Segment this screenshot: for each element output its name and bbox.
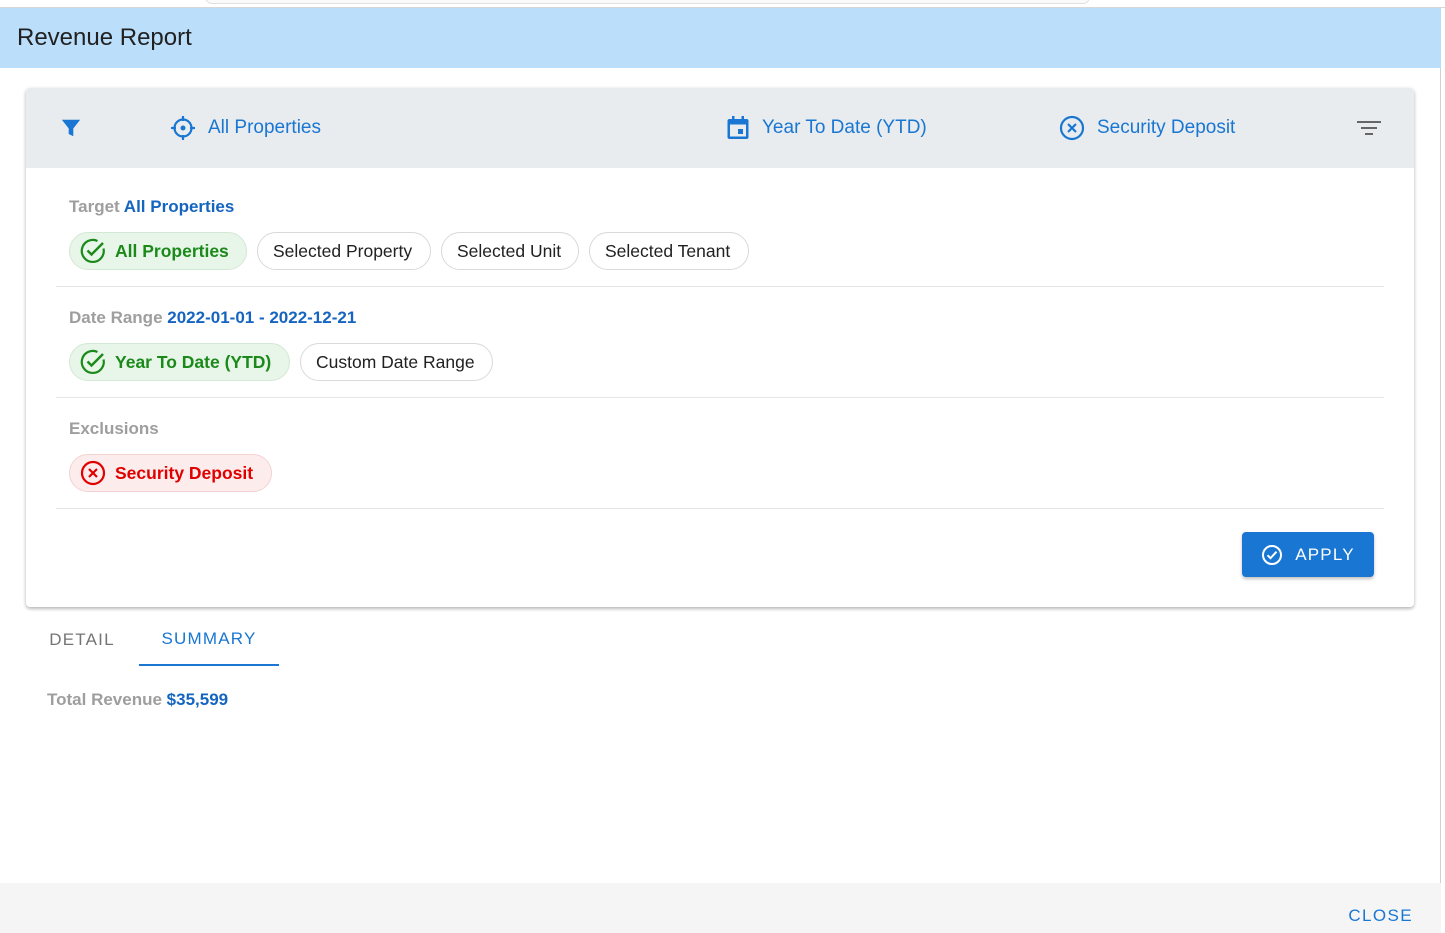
target-title-value: All Properties (123, 197, 235, 216)
filter-bar-target[interactable]: All Properties (170, 114, 321, 142)
date-range-title-label: Date Range (69, 308, 163, 327)
chip-year-to-date[interactable]: Year To Date (YTD) (69, 343, 290, 381)
check-circle-icon (80, 349, 105, 374)
dialog-footer: CLOSE (0, 883, 1441, 933)
target-title-label: Target (69, 197, 120, 216)
filter-bar-exclusion-label: Security Deposit (1097, 117, 1236, 138)
filter-list-icon (1357, 121, 1381, 135)
chip-selected-property[interactable]: Selected Property (257, 232, 431, 270)
chip-label: Selected Property (273, 240, 413, 261)
filter-bar-exclusion[interactable]: Security Deposit (1059, 114, 1235, 142)
date-range-section-title: Date Range 2022-01-01 - 2022-12-21 (69, 308, 356, 328)
date-range-title-value: 2022-01-01 - 2022-12-21 (167, 308, 357, 327)
filter-summary-bar[interactable]: All Properties Year To Date (YTD) Securi… (26, 88, 1414, 168)
exclusions-section-title: Exclusions (69, 419, 159, 438)
apply-button[interactable]: APPLY (1242, 532, 1374, 577)
browser-top-strip (0, 0, 1445, 8)
report-tabs: DETAIL SUMMARY (27, 614, 427, 666)
cancel-circle-icon (80, 460, 106, 486)
filter-bar-date[interactable]: Year To Date (YTD) (726, 114, 927, 142)
apply-button-label: APPLY (1295, 544, 1355, 564)
target-section: Target All Properties All Properties Sel… (56, 168, 1384, 287)
dialog-header: Revenue Report (0, 8, 1441, 68)
chip-label: Year To Date (YTD) (115, 351, 272, 372)
dialog-title: Revenue Report (17, 24, 192, 51)
check-circle-icon (80, 238, 105, 263)
target-section-title: Target All Properties (69, 197, 234, 217)
chip-security-deposit[interactable]: Security Deposit (69, 454, 272, 492)
total-revenue-label: Total Revenue (47, 690, 162, 709)
chip-all-properties[interactable]: All Properties (69, 232, 247, 270)
filter-card: All Properties Year To Date (YTD) Securi… (26, 88, 1414, 607)
chip-label: Security Deposit (115, 462, 254, 483)
total-revenue: Total Revenue $35,599 (47, 690, 228, 710)
filter-toggle[interactable] (60, 114, 82, 142)
check-circle-outline-icon (1262, 544, 1283, 565)
revenue-report-dialog: Revenue Report All Properties Year To Da… (0, 8, 1441, 933)
filter-list-button[interactable] (1356, 114, 1382, 142)
close-button[interactable]: CLOSE (1348, 906, 1413, 926)
tab-summary[interactable]: SUMMARY (139, 614, 279, 666)
calendar-icon (727, 116, 749, 139)
crosshair-icon (171, 116, 195, 140)
address-pill (205, 0, 1090, 4)
chip-label: Selected Tenant (605, 240, 731, 261)
exclusions-section: Exclusions Security Deposit (56, 398, 1384, 509)
cancel-circle-icon (1059, 115, 1085, 141)
funnel-icon (61, 119, 81, 137)
chip-selected-tenant[interactable]: Selected Tenant (589, 232, 749, 270)
filter-bar-date-label: Year To Date (YTD) (762, 117, 927, 138)
date-range-section: Date Range 2022-01-01 - 2022-12-21 Year … (56, 287, 1384, 398)
filter-bar-target-label: All Properties (208, 117, 321, 138)
chip-label: Custom Date Range (316, 351, 475, 372)
chip-label: Selected Unit (457, 240, 562, 261)
total-revenue-value: $35,599 (166, 690, 229, 709)
chip-custom-date-range[interactable]: Custom Date Range (300, 343, 493, 381)
tab-detail[interactable]: DETAIL (27, 614, 137, 666)
chip-label: All Properties (115, 240, 229, 261)
chip-selected-unit[interactable]: Selected Unit (441, 232, 579, 270)
